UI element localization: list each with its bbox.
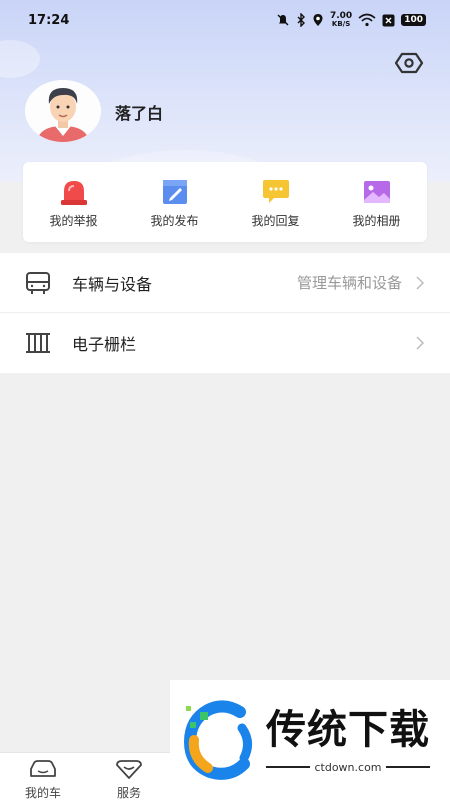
divider xyxy=(385,766,430,768)
watermark-logo-icon xyxy=(183,700,252,780)
service-icon xyxy=(114,759,144,783)
quick-action-my-posts[interactable]: 我的发布 xyxy=(124,162,225,242)
menu-item-geofence[interactable]: 电子栅栏 xyxy=(0,313,450,373)
car-icon xyxy=(29,759,57,783)
alarm-light-icon xyxy=(58,178,90,206)
net-speed: 7.00 KB/S xyxy=(330,12,352,28)
menu-item-label: 电子栅栏 xyxy=(72,335,137,354)
visibility-toggle-button[interactable] xyxy=(393,48,425,78)
bluetooth-icon xyxy=(296,13,306,27)
quick-action-label: 我的相册 xyxy=(352,214,401,228)
user-portrait-icon xyxy=(25,80,101,142)
net-speed-unit: KB/S xyxy=(331,20,351,28)
settings-menu: 车辆与设备 管理车辆和设备 电子栅栏 xyxy=(0,253,450,373)
nav-tab-my-car[interactable]: 我的车 xyxy=(0,753,86,800)
nav-tab-label: 我的车 xyxy=(24,786,61,800)
chevron-right-icon xyxy=(416,336,426,350)
chevron-right-icon xyxy=(416,275,426,290)
watermark-domain-row: ctdown.com xyxy=(266,760,430,774)
nav-tab-service[interactable]: 服务 xyxy=(86,753,172,800)
background-decoration xyxy=(0,40,40,78)
location-icon xyxy=(312,13,324,27)
status-icons: 7.00 KB/S 100 xyxy=(276,12,426,28)
username[interactable]: 落了白 xyxy=(115,100,163,124)
battery-indicator: 100 xyxy=(401,14,426,26)
status-time: 17:24 xyxy=(28,12,70,28)
status-bar: 17:24 7.00 KB/S 100 xyxy=(0,0,450,40)
quick-action-label: 我的举报 xyxy=(49,214,98,228)
avatar[interactable] xyxy=(25,80,101,142)
quick-action-my-replies[interactable]: 我的回复 xyxy=(225,162,326,242)
vehicle-icon xyxy=(24,269,52,297)
eye-icon xyxy=(394,52,424,74)
quick-actions-card: 我的举报 我的发布 我的回复 我的相册 xyxy=(23,162,427,242)
watermark-domain: ctdown.com xyxy=(314,760,382,774)
quick-action-my-album[interactable]: 我的相册 xyxy=(326,162,427,242)
site-watermark: 传统下载 ctdown.com xyxy=(170,680,450,800)
watermark-title: 传统下载 xyxy=(266,706,430,753)
nav-tab-label: 服务 xyxy=(116,786,141,800)
menu-item-label: 车辆与设备 xyxy=(72,274,153,294)
wifi-icon xyxy=(358,13,376,27)
chat-bubble-icon xyxy=(260,178,292,206)
menu-item-vehicles[interactable]: 车辆与设备 管理车辆和设备 xyxy=(0,253,450,313)
menu-item-subtitle: 管理车辆和设备 xyxy=(296,274,402,292)
sim-icon xyxy=(382,14,395,27)
watermark-text: 传统下载 ctdown.com xyxy=(266,707,430,774)
quick-action-my-reports[interactable]: 我的举报 xyxy=(23,162,124,242)
edit-document-icon xyxy=(159,178,191,206)
mute-bell-icon xyxy=(276,13,290,27)
quick-action-label: 我的回复 xyxy=(251,214,300,228)
fence-icon xyxy=(24,329,52,357)
quick-action-label: 我的发布 xyxy=(150,214,199,228)
photo-album-icon xyxy=(361,178,393,206)
divider xyxy=(266,766,311,768)
